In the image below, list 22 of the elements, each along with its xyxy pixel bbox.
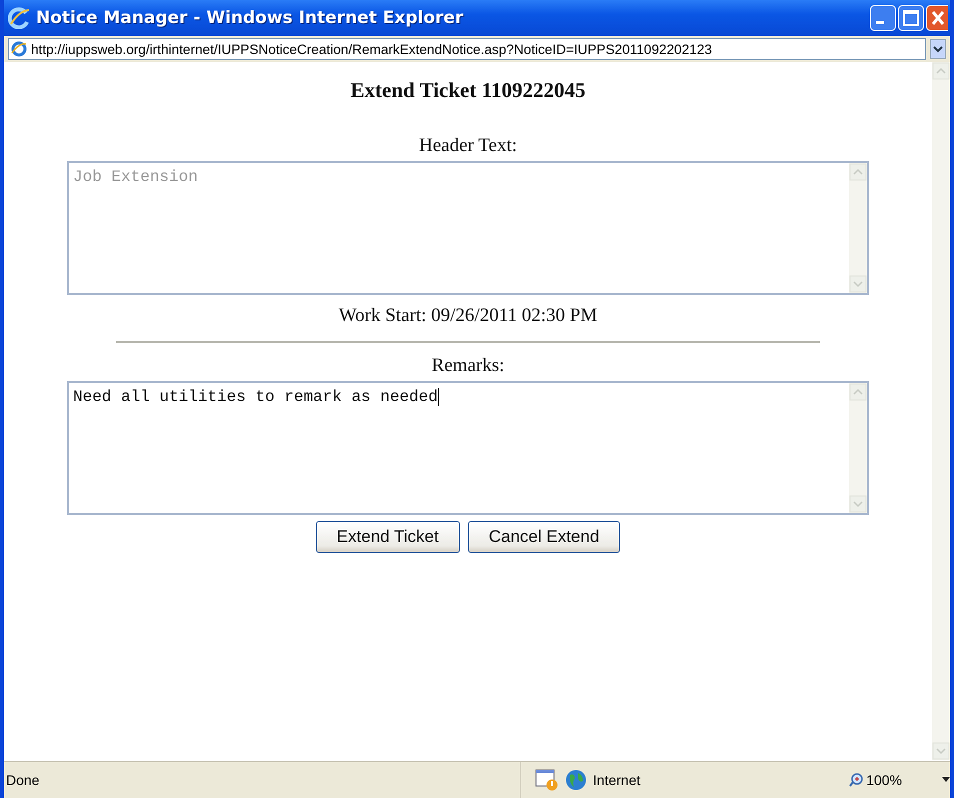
globe-icon	[564, 769, 587, 791]
extend-button[interactable]: Extend Ticket	[316, 521, 460, 553]
magnifier-icon	[849, 773, 864, 787]
cancel-button[interactable]: Cancel Extend	[468, 521, 620, 553]
field-label: Header Text:	[418, 135, 518, 157]
page-scrollbar[interactable]	[932, 62, 950, 760]
remarks-field[interactable]: Need all utilities to remark as needed	[67, 381, 869, 515]
maximize-button[interactable]	[898, 5, 924, 31]
status-text: Done	[5, 772, 40, 788]
page-heading: Extend Ticket 1109222045	[350, 78, 586, 103]
page-icon	[11, 41, 27, 57]
window-title: Notice Manager - Windows Internet Explorer	[36, 8, 464, 28]
close-button[interactable]	[926, 5, 948, 31]
zone-text: Internet	[592, 772, 640, 788]
work-start-text: Work Start: 09/26/2011 02:30 PM	[338, 305, 598, 327]
browser-logo-icon	[8, 7, 30, 29]
minimize-button[interactable]	[870, 5, 896, 31]
zoom-control[interactable]: 100%	[849, 772, 902, 788]
warning-page-icon	[534, 769, 559, 791]
scrollbar[interactable]	[849, 383, 867, 513]
field-label: Remarks:	[432, 355, 504, 377]
caret-icon[interactable]	[942, 777, 950, 783]
